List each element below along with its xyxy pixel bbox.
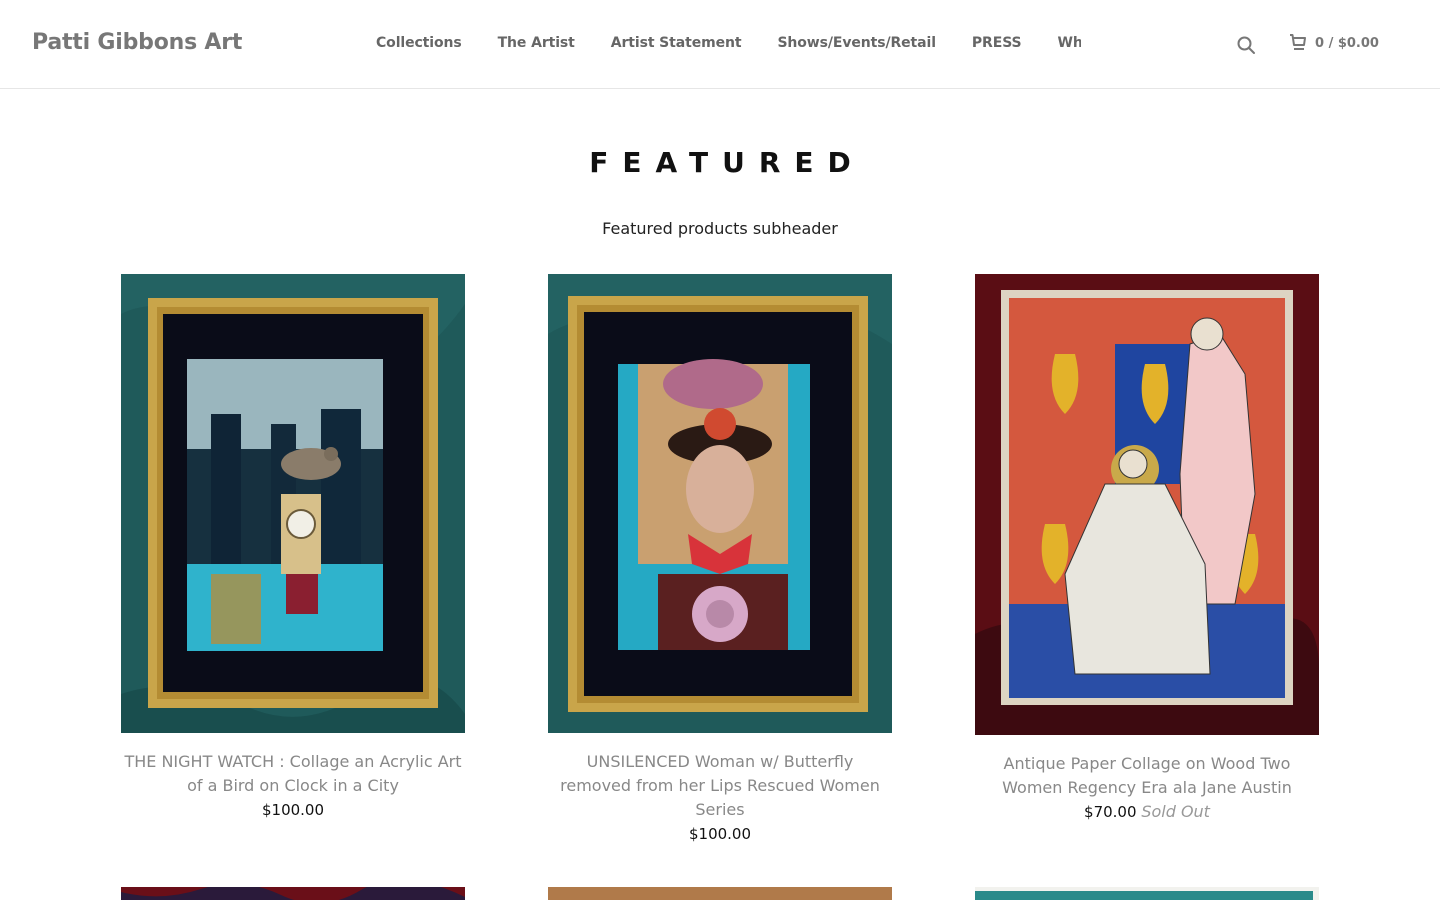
site-header: Patti Gibbons Art Collections The Artist… xyxy=(0,0,1440,89)
nav-item-shows-events-retail[interactable]: Shows/Events/Retail xyxy=(777,35,936,51)
product-title[interactable]: Antique Paper Collage on Wood Two Women … xyxy=(975,752,1319,800)
product-image[interactable] xyxy=(121,887,465,900)
product-price: $100.00 xyxy=(548,822,892,846)
search-icon[interactable] xyxy=(1236,35,1256,55)
cart-icon xyxy=(1290,34,1306,50)
nav-item-press[interactable]: PRESS xyxy=(972,35,1022,51)
nav-item-the-artist[interactable]: The Artist xyxy=(498,35,575,51)
product-image[interactable] xyxy=(975,887,1319,900)
product-price-value: $100.00 xyxy=(261,801,325,819)
product-price-value: $70.00 xyxy=(1084,803,1137,821)
main-nav: Collections The Artist Artist Statement … xyxy=(376,35,1081,51)
nav-item-collections[interactable]: Collections xyxy=(376,35,462,51)
product-price: $70.00 Sold Out xyxy=(975,800,1319,824)
sold-out-label: Sold Out xyxy=(1141,802,1210,821)
product-price-value: $100.00 xyxy=(688,825,752,843)
product-image[interactable] xyxy=(121,274,465,733)
product-image[interactable] xyxy=(548,274,892,733)
product-image[interactable] xyxy=(975,274,1319,735)
product-title[interactable]: UNSILENCED Woman w/ Butterfly removed fr… xyxy=(548,750,892,822)
nav-item-whats-new[interactable]: What's New xyxy=(1058,35,1081,51)
product-card: UNSILENCED Woman w/ Butterfly removed fr… xyxy=(548,274,892,846)
product-price: $100.00 xyxy=(121,798,465,822)
cart-button[interactable]: 0 / $0.00 xyxy=(1289,34,1379,52)
featured-subheader: Featured products subheader xyxy=(602,219,838,238)
product-image[interactable] xyxy=(548,887,892,900)
site-logo[interactable]: Patti Gibbons Art xyxy=(32,30,242,55)
product-title[interactable]: THE NIGHT WATCH : Collage an Acrylic Art… xyxy=(121,750,465,798)
featured-title: FEATURED xyxy=(589,146,865,179)
nav-item-artist-statement[interactable]: Artist Statement xyxy=(611,35,742,51)
product-card: THE NIGHT WATCH : Collage an Acrylic Art… xyxy=(121,274,465,822)
cart-summary: 0 / $0.00 xyxy=(1315,35,1379,51)
product-card: Antique Paper Collage on Wood Two Women … xyxy=(975,274,1319,824)
